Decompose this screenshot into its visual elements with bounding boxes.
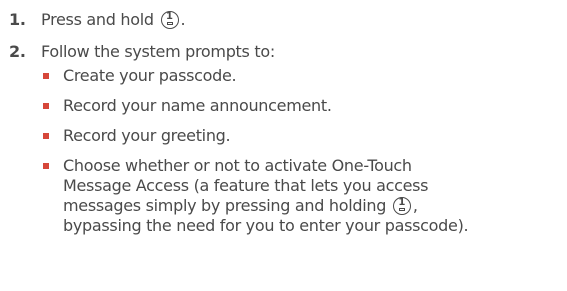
instruction-steps: 1. Press and hold 1. 2. Follow the syste…: [9, 0, 567, 236]
list-item-line: bypassing the need for you to enter your…: [63, 216, 469, 235]
list-item: Create your passcode.: [41, 66, 567, 86]
list-item: Choose whether or not to activate One-To…: [41, 156, 567, 236]
prompt-list: Create your passcode. Record your name a…: [41, 66, 567, 236]
list-item-text: Create your passcode.: [63, 66, 237, 85]
bullet-square-icon: [43, 133, 49, 139]
list-item: Record your greeting.: [41, 126, 567, 146]
bullet-square-icon: [43, 163, 49, 169]
step-number: 1.: [9, 10, 26, 29]
step-number: 2.: [9, 42, 26, 61]
list-item-line: Choose whether or not to activate One-To…: [63, 156, 412, 175]
voicemail-1-key-icon: 1: [160, 11, 179, 29]
list-item-text: Record your name announcement.: [63, 96, 332, 115]
list-item: Record your name announcement.: [41, 96, 567, 116]
step-punct: .: [180, 10, 186, 29]
step-text: Follow the system prompts to:: [41, 42, 275, 61]
voicemail-1-key-icon: 1: [392, 197, 411, 215]
list-item-punct: ,: [412, 196, 418, 215]
list-item-line: messages simply by pressing and holding: [63, 196, 387, 215]
step-2: 2. Follow the system prompts to: Create …: [9, 41, 567, 236]
bullet-square-icon: [43, 73, 49, 79]
list-item-text: Record your greeting.: [63, 126, 231, 145]
list-item-line: Message Access (a feature that lets you …: [63, 176, 429, 195]
bullet-square-icon: [43, 103, 49, 109]
step-1: 1. Press and hold 1.: [9, 0, 567, 30]
step-text: Press and hold: [41, 10, 154, 29]
